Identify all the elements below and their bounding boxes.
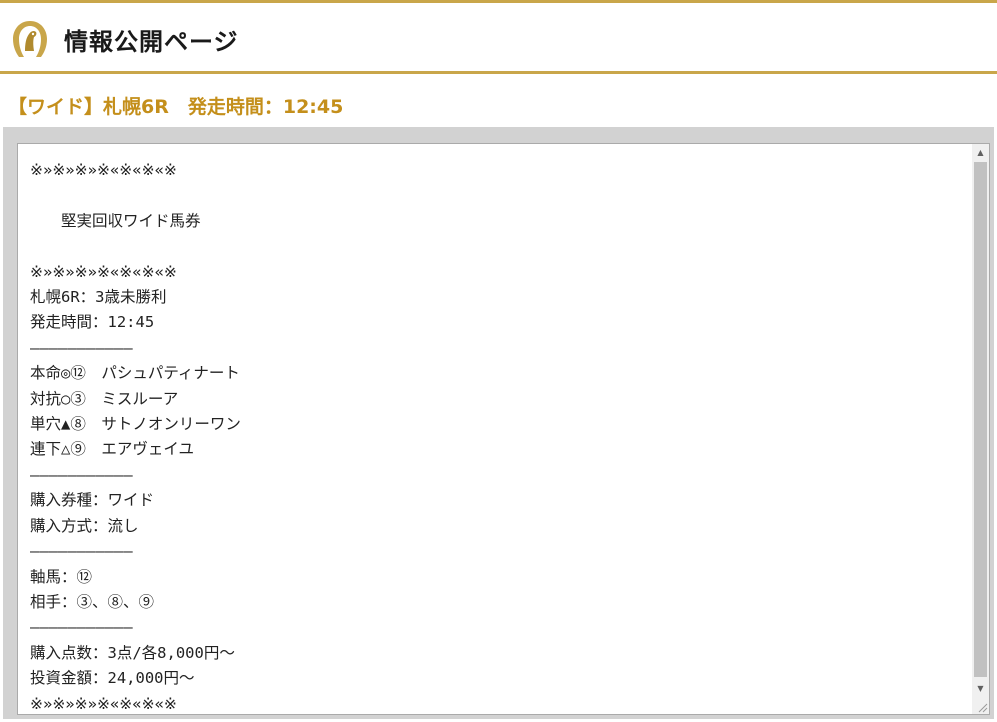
vertical-scrollbar[interactable]: ▲ ▼: [972, 144, 989, 714]
page-header: 情報公開ページ: [0, 0, 997, 74]
info-text: ※»※»※»※«※«※«※ 堅実回収ワイド馬券 ※»※»※»※«※«※«※ 札幌…: [30, 161, 241, 713]
scroll-thumb[interactable]: [974, 162, 987, 677]
page-title: 情報公開ページ: [64, 26, 239, 56]
scroll-down-arrow-icon[interactable]: ▼: [972, 680, 989, 697]
race-heading: 【ワイド】札幌6R 発走時間：12:45: [8, 96, 344, 118]
scroll-up-arrow-icon[interactable]: ▲: [972, 144, 989, 161]
info-panel: ※»※»※»※«※«※«※ 堅実回収ワイド馬券 ※»※»※»※«※«※«※ 札幌…: [3, 127, 994, 719]
info-textarea[interactable]: ※»※»※»※«※«※«※ 堅実回収ワイド馬券 ※»※»※»※«※«※«※ 札幌…: [17, 143, 990, 715]
resize-grip-icon[interactable]: [976, 701, 988, 713]
header-brand: 情報公開ページ: [10, 19, 239, 59]
horseshoe-horse-logo-icon: [13, 21, 47, 57]
